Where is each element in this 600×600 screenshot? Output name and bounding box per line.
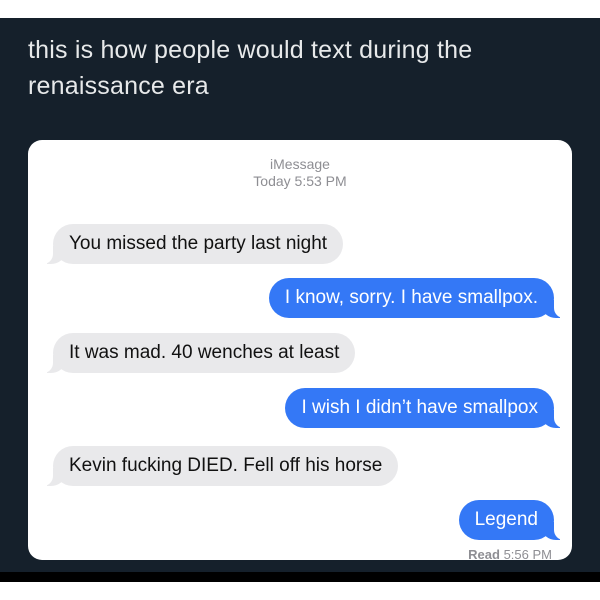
read-receipt: Read 5:56 PM xyxy=(468,547,552,561)
incoming-message-bubble: It was mad. 40 wenches at least xyxy=(42,333,356,373)
outgoing-message-bubble: Legend xyxy=(458,500,565,540)
message-text: Kevin fucking DIED. Fell off his horse xyxy=(69,455,383,476)
outgoing-message-bubble: I wish I didn’t have smallpox xyxy=(285,388,564,428)
conversation-timestamp: Today 5:53 PM xyxy=(253,173,347,189)
incoming-message-bubble: You missed the party last night xyxy=(42,224,344,264)
message-text: You missed the party last night xyxy=(69,233,328,254)
read-receipt-status: Read xyxy=(468,547,500,561)
social-post: this is how people would text during the… xyxy=(0,18,600,582)
bottom-border xyxy=(0,572,600,582)
message-text: It was mad. 40 wenches at least xyxy=(69,342,340,363)
incoming-message-bubble: Kevin fucking DIED. Fell off his horse xyxy=(42,446,399,486)
imessage-screenshot: iMessage Today 5:53 PM You missed the pa… xyxy=(28,140,572,560)
post-text: this is how people would text during the… xyxy=(28,36,473,100)
read-receipt-time: 5:56 PM xyxy=(503,547,552,561)
message-text: Legend xyxy=(474,509,538,530)
message-text: I know, sorry. I have smallpox. xyxy=(284,287,538,308)
outgoing-message-bubble: I know, sorry. I have smallpox. xyxy=(268,278,565,318)
service-label: iMessage xyxy=(270,156,330,172)
message-text: I wish I didn’t have smallpox xyxy=(301,397,538,418)
